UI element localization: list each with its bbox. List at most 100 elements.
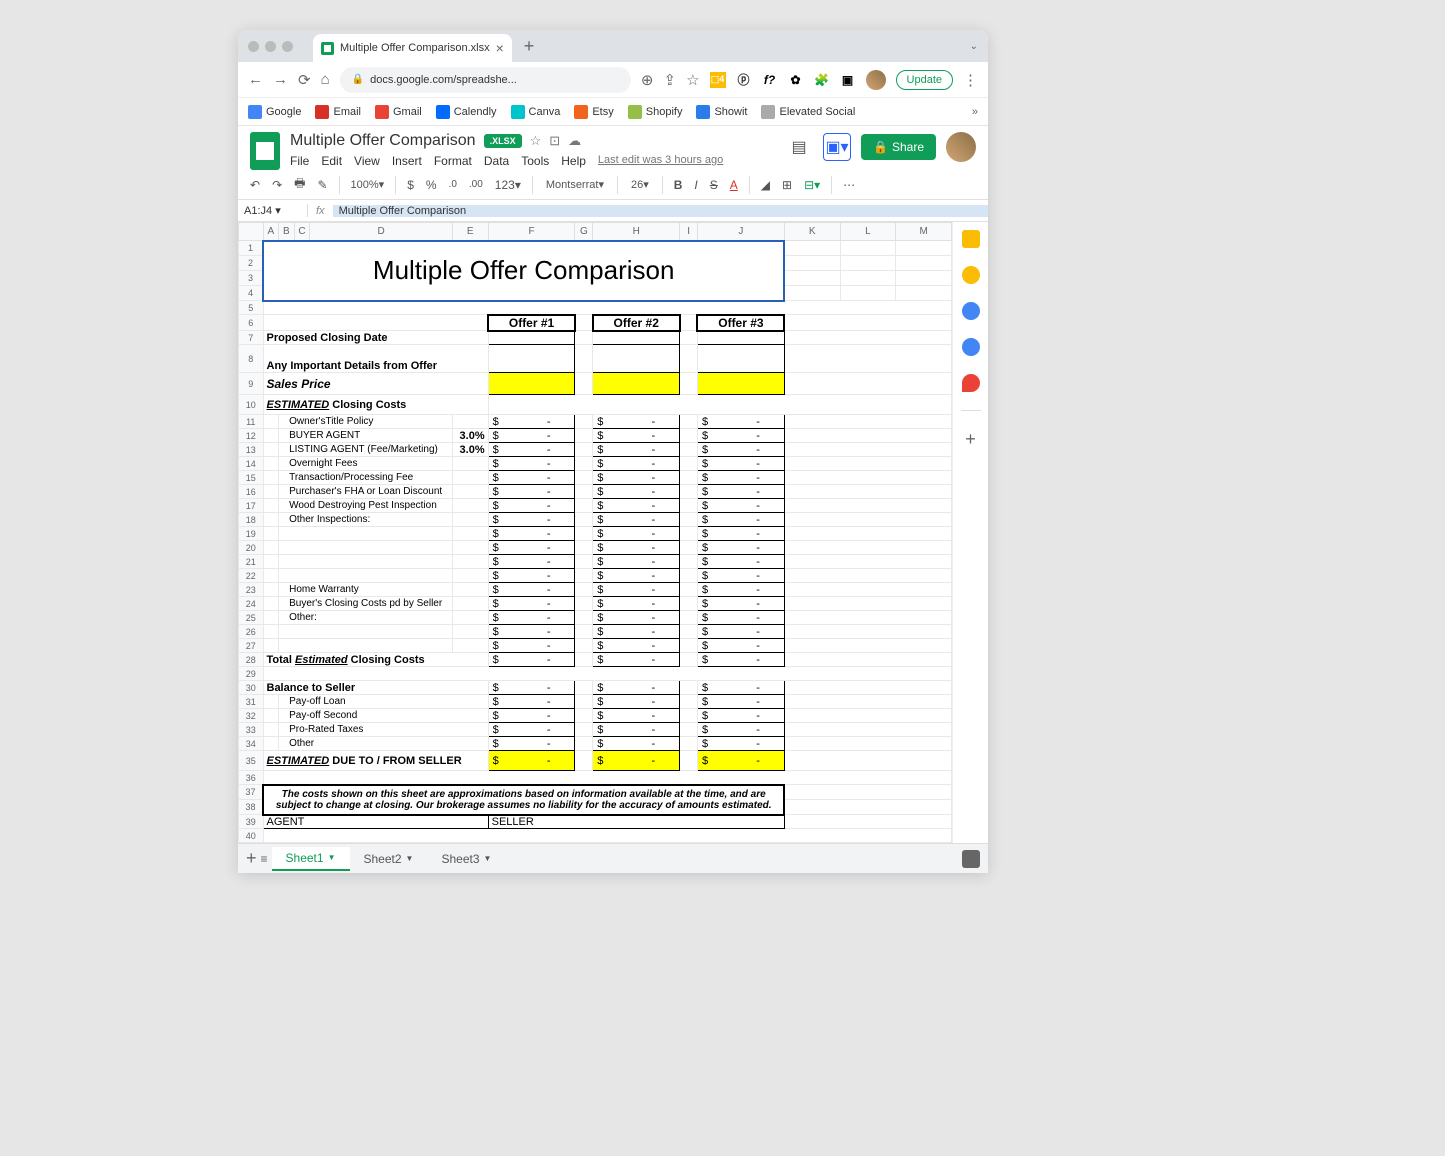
reload-icon[interactable]: ⟳	[298, 71, 311, 89]
money-cell[interactable]	[593, 723, 680, 737]
cost-label[interactable]	[279, 555, 453, 569]
browser-tab[interactable]: Multiple Offer Comparison.xlsx ×	[313, 34, 512, 62]
money-cell[interactable]	[593, 555, 680, 569]
currency-button[interactable]: $	[403, 176, 418, 194]
pct-cell[interactable]	[452, 485, 488, 499]
formula-bar[interactable]: Multiple Offer Comparison	[333, 205, 988, 217]
money-cell[interactable]	[697, 429, 784, 443]
pct-cell[interactable]	[452, 611, 488, 625]
name-box[interactable]: A1:J4 ▾	[238, 204, 308, 217]
add-sheet-button[interactable]: +	[246, 848, 257, 869]
cost-label[interactable]: BUYER AGENT	[279, 429, 453, 443]
money-cell[interactable]	[488, 723, 575, 737]
print-icon[interactable]: 🖶	[290, 172, 309, 197]
money-cell[interactable]	[593, 457, 680, 471]
menu-edit[interactable]: Edit	[321, 154, 342, 168]
money-cell[interactable]	[697, 569, 784, 583]
money-cell[interactable]	[488, 639, 575, 653]
seller-cell[interactable]: SELLER	[488, 815, 784, 829]
money-cell[interactable]	[488, 429, 575, 443]
money-cell[interactable]	[488, 737, 575, 751]
menu-icon[interactable]: ⋮	[963, 71, 978, 89]
money-cell[interactable]	[488, 415, 575, 429]
row-label[interactable]: Any Important Details from Offer	[263, 345, 488, 373]
due-label[interactable]: ESTIMATED DUE TO / FROM SELLER	[263, 751, 488, 771]
cost-label[interactable]	[279, 625, 453, 639]
bookmark-item[interactable]: Canva	[511, 105, 561, 119]
offer1-header[interactable]: Offer #1	[488, 315, 575, 331]
fill-button[interactable]: ◢	[757, 176, 774, 194]
money-cell[interactable]	[488, 485, 575, 499]
total-label[interactable]: Total Estimated Closing Costs	[263, 653, 488, 667]
pct-cell[interactable]	[452, 499, 488, 513]
textcolor-button[interactable]: A	[726, 176, 742, 194]
undo-icon[interactable]: ↶	[246, 176, 264, 194]
money-cell[interactable]	[697, 443, 784, 457]
bookmark-item[interactable]: Google	[248, 105, 301, 119]
money-cell[interactable]	[488, 583, 575, 597]
extensions-icon[interactable]: 🧩	[814, 72, 830, 88]
pct-cell[interactable]	[452, 457, 488, 471]
borders-button[interactable]: ⊞	[778, 176, 796, 194]
money-cell[interactable]	[697, 513, 784, 527]
pct-cell[interactable]: 3.0%	[452, 429, 488, 443]
pct-cell[interactable]	[452, 541, 488, 555]
money-cell[interactable]	[697, 471, 784, 485]
money-cell[interactable]	[697, 415, 784, 429]
balance-row-label[interactable]: Pro-Rated Taxes	[279, 723, 489, 737]
est-label[interactable]: ESTIMATED Closing Costs	[263, 395, 488, 415]
money-cell[interactable]	[488, 443, 575, 457]
pct-cell[interactable]	[452, 569, 488, 583]
user-avatar[interactable]	[946, 132, 976, 162]
money-cell[interactable]	[488, 471, 575, 485]
pct-cell[interactable]: 3.0%	[452, 443, 488, 457]
url-input[interactable]: 🔒 docs.google.com/spreadshe...	[340, 67, 631, 93]
pct-cell[interactable]	[452, 415, 488, 429]
money-cell[interactable]	[593, 499, 680, 513]
home-icon[interactable]: ⌂	[321, 71, 330, 88]
pct-cell[interactable]	[452, 555, 488, 569]
spreadsheet-grid[interactable]: ABCDEFGHIJKLM 1Multiple Offer Comparison…	[238, 222, 952, 843]
ext-icon-window[interactable]: ▣	[840, 72, 856, 88]
format-button[interactable]: 123▾	[491, 176, 525, 194]
cost-label[interactable]: Buyer's Closing Costs pd by Seller	[279, 597, 453, 611]
menu-file[interactable]: File	[290, 154, 309, 168]
bookmark-item[interactable]: Elevated Social	[761, 105, 855, 119]
window-controls[interactable]	[248, 41, 293, 52]
bookmark-item[interactable]: Etsy	[574, 105, 613, 119]
percent-button[interactable]: %	[422, 176, 441, 194]
explore-icon[interactable]	[962, 850, 980, 868]
pct-cell[interactable]	[452, 639, 488, 653]
keep-icon[interactable]	[962, 266, 980, 284]
balance-row-label[interactable]: Pay-off Loan	[279, 695, 489, 709]
balance-row-label[interactable]: Pay-off Second	[279, 709, 489, 723]
row-label[interactable]: Proposed Closing Date	[263, 331, 488, 345]
menu-tools[interactable]: Tools	[521, 154, 549, 168]
ext-icon-gear[interactable]: ✿	[788, 72, 804, 88]
star-icon[interactable]: ☆	[686, 71, 699, 89]
money-cell[interactable]	[697, 737, 784, 751]
money-cell[interactable]	[593, 597, 680, 611]
money-cell[interactable]	[488, 527, 575, 541]
comments-icon[interactable]: ▤	[785, 133, 813, 161]
contacts-icon[interactable]	[962, 338, 980, 356]
pct-cell[interactable]	[452, 513, 488, 527]
cost-label[interactable]	[279, 569, 453, 583]
bookmark-item[interactable]: Gmail	[375, 105, 422, 119]
money-cell[interactable]	[593, 527, 680, 541]
share-icon[interactable]: ⇪	[663, 71, 676, 89]
doc-title[interactable]: Multiple Offer Comparison	[290, 132, 476, 150]
cost-label[interactable]: Owner'sTitle Policy	[279, 415, 453, 429]
bold-button[interactable]: B	[670, 176, 687, 194]
money-cell[interactable]	[593, 471, 680, 485]
merge-button[interactable]: ⊟▾	[800, 176, 824, 194]
cost-label[interactable]: Other:	[279, 611, 453, 625]
cost-label[interactable]: Overnight Fees	[279, 457, 453, 471]
last-edit[interactable]: Last edit was 3 hours ago	[598, 154, 723, 168]
update-button[interactable]: Update	[896, 70, 953, 90]
money-cell[interactable]	[697, 611, 784, 625]
pinterest-icon[interactable]: ⓟ	[736, 72, 752, 88]
profile-avatar[interactable]	[866, 70, 886, 90]
money-cell[interactable]	[697, 485, 784, 499]
money-cell[interactable]	[593, 541, 680, 555]
